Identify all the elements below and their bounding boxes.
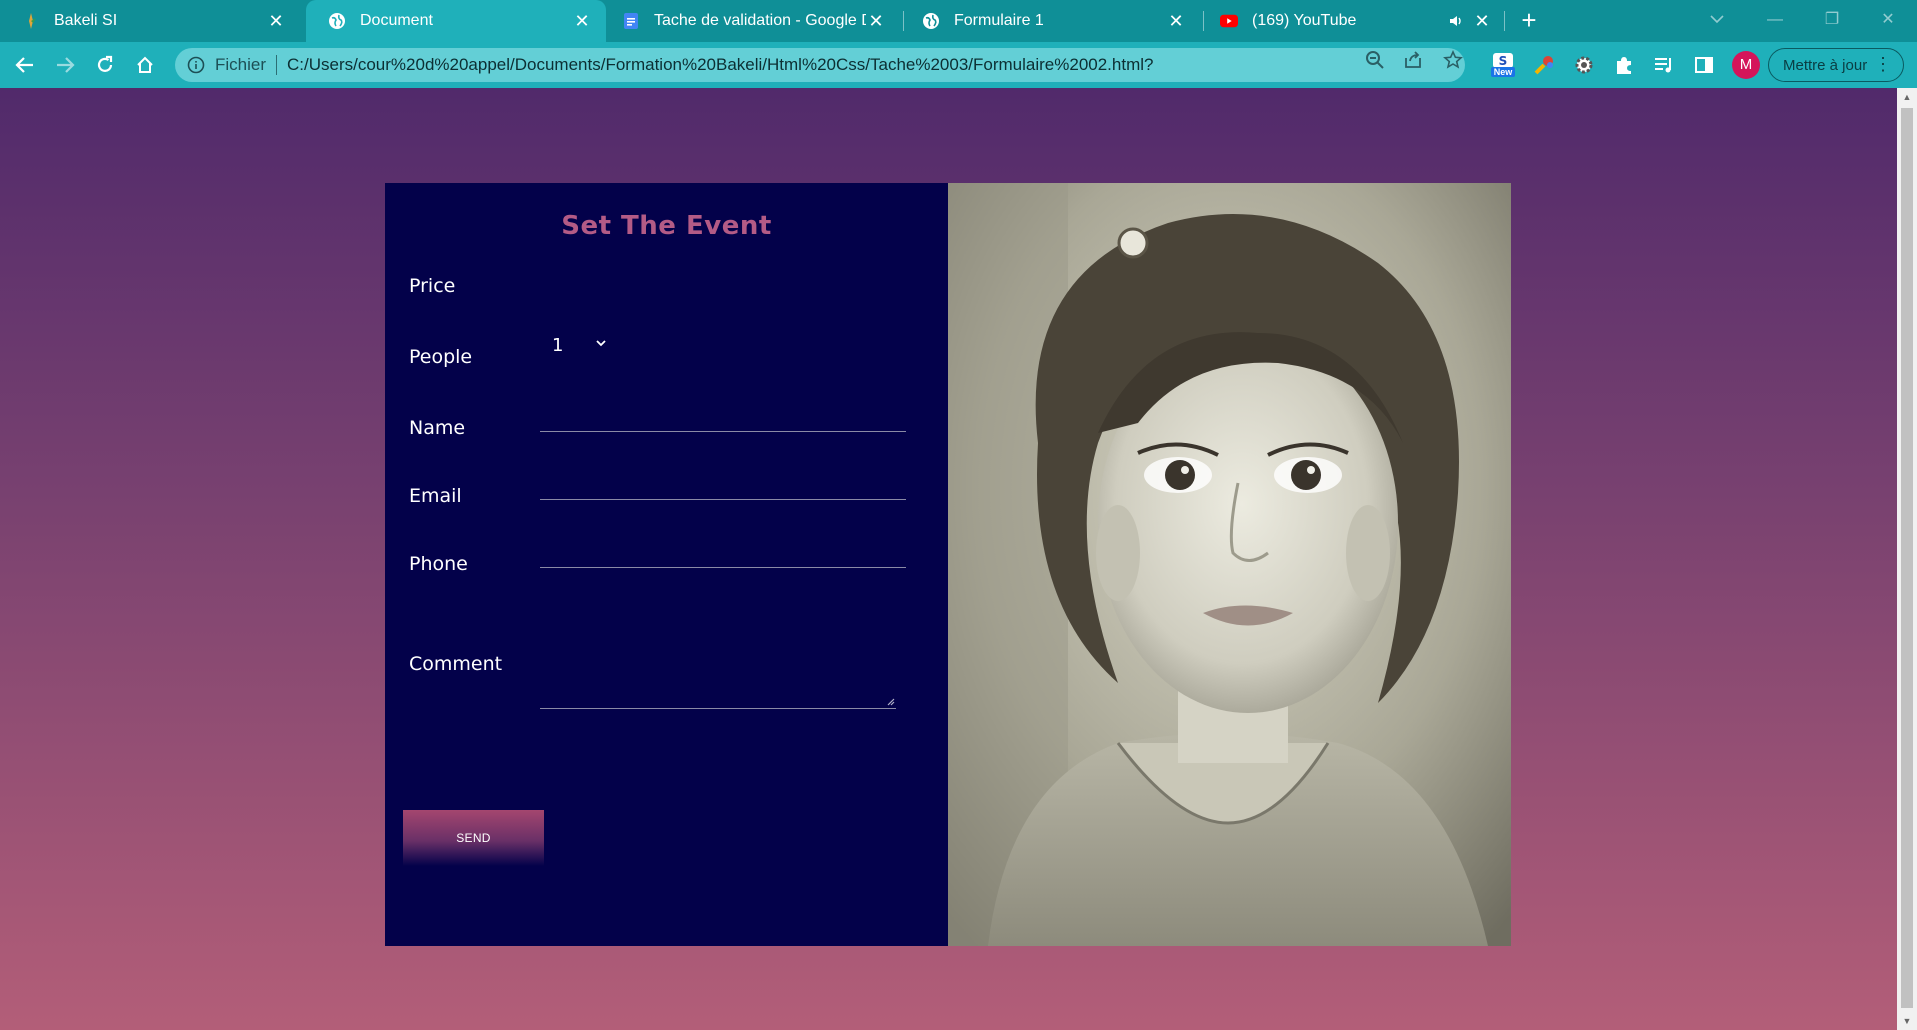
vertical-scrollbar[interactable]: ▲ ▼ — [1897, 88, 1917, 1030]
puzzle-icon[interactable] — [1611, 52, 1637, 78]
tab-title: Bakeli SI — [54, 12, 118, 29]
scroll-up-icon[interactable]: ▲ — [1902, 92, 1912, 102]
tab-title: Formulaire 1 — [954, 12, 1044, 29]
globe-icon — [328, 12, 346, 30]
price-label: Price — [409, 275, 456, 297]
tab-title: Tache de validation - Google Doc — [654, 12, 866, 29]
zoom-icon[interactable] — [1365, 50, 1385, 70]
arrow-left-icon — [15, 57, 33, 73]
child-portrait-photo — [948, 183, 1511, 946]
scrollbar-thumb[interactable] — [1901, 108, 1913, 1008]
new-badge: New — [1493, 67, 1513, 77]
info-icon[interactable] — [187, 56, 205, 74]
event-card: Set The Event Price People 1 Name Email … — [385, 183, 1511, 946]
reload-button[interactable] — [90, 50, 120, 80]
svg-text:S: S — [1499, 54, 1508, 68]
new-tab-button[interactable]: + — [1516, 7, 1542, 34]
url-text[interactable]: C:/Users/cour%20d%20appel/Documents/Form… — [287, 55, 1153, 75]
close-icon[interactable]: ✕ — [1166, 11, 1186, 31]
form-title: Set The Event — [561, 211, 772, 241]
name-label: Name — [409, 417, 466, 439]
scroll-down-icon[interactable]: ▼ — [1902, 1016, 1912, 1026]
home-button[interactable] — [130, 50, 160, 80]
event-form: Set The Event Price People 1 Name Email … — [385, 183, 948, 946]
resize-handle-icon[interactable] — [886, 697, 895, 706]
close-icon[interactable]: ✕ — [266, 11, 286, 31]
youtube-icon — [1220, 12, 1238, 30]
arrow-right-icon — [57, 57, 75, 73]
globe-icon — [922, 12, 940, 30]
tab-search-chevron-icon[interactable] — [1697, 6, 1737, 34]
window-close-button[interactable]: ✕ — [1868, 6, 1908, 34]
share-icon[interactable] — [1403, 50, 1423, 70]
email-field[interactable] — [540, 478, 906, 500]
people-label: People — [409, 346, 473, 368]
star-icon[interactable] — [1443, 50, 1463, 70]
tab-separator — [1504, 11, 1505, 31]
close-icon[interactable]: ✕ — [1472, 11, 1492, 31]
people-select[interactable]: 1 — [552, 335, 563, 356]
more-menu-icon[interactable]: ⋮ — [1874, 54, 1892, 74]
send-button[interactable]: SEND — [403, 810, 544, 866]
color-picker-extension-icon[interactable] — [1531, 52, 1557, 78]
close-icon[interactable]: ✕ — [866, 11, 886, 31]
email-label: Email — [409, 485, 462, 507]
media-queue-icon[interactable] — [1651, 52, 1677, 78]
tab-title: Document — [360, 12, 433, 29]
restore-button[interactable]: ❐ — [1812, 6, 1852, 34]
forward-button[interactable] — [50, 50, 80, 80]
tab-youtube[interactable]: (169) YouTube ✕ — [1198, 0, 1506, 42]
tab-google-doc[interactable]: Tache de validation - Google Doc ✕ — [600, 0, 900, 42]
tab-strip: Bakeli SI ✕ Document ✕ Tache de validati… — [0, 0, 1917, 42]
tab-title: (169) YouTube — [1252, 12, 1357, 29]
browser-toolbar: Fichier C:/Users/cour%20d%20appel/Docume… — [0, 42, 1917, 88]
tab-bakeli[interactable]: Bakeli SI ✕ — [0, 0, 300, 42]
bakeli-icon — [22, 12, 40, 30]
google-docs-icon — [622, 12, 640, 30]
close-icon[interactable]: ✕ — [572, 11, 592, 31]
phone-field[interactable] — [540, 546, 906, 568]
gear-extension-icon[interactable] — [1571, 52, 1597, 78]
side-panel-icon[interactable] — [1691, 52, 1717, 78]
update-browser-button[interactable]: Mettre à jour ⋮ — [1768, 48, 1904, 82]
speaker-icon[interactable] — [1446, 11, 1466, 31]
extension-s-new-icon[interactable]: S New — [1490, 52, 1516, 78]
reload-icon — [97, 55, 113, 72]
site-scheme-label: Fichier — [215, 55, 267, 74]
minimize-button[interactable]: — — [1755, 6, 1795, 34]
divider — [276, 55, 278, 75]
comment-textarea[interactable] — [540, 653, 896, 709]
address-bar[interactable]: Fichier C:/Users/cour%20d%20appel/Docume… — [175, 48, 1465, 82]
tab-document[interactable]: Document ✕ — [306, 0, 606, 42]
tab-formulaire[interactable]: Formulaire 1 ✕ — [900, 0, 1200, 42]
update-button-label: Mettre à jour — [1783, 56, 1868, 74]
back-button[interactable] — [10, 50, 40, 80]
name-field[interactable] — [540, 410, 906, 432]
phone-label: Phone — [409, 553, 468, 575]
portrait-image — [948, 183, 1511, 946]
chevron-down-icon[interactable] — [593, 335, 609, 351]
comment-label: Comment — [409, 653, 503, 675]
home-icon — [137, 56, 153, 73]
profile-avatar[interactable]: M — [1732, 51, 1760, 79]
